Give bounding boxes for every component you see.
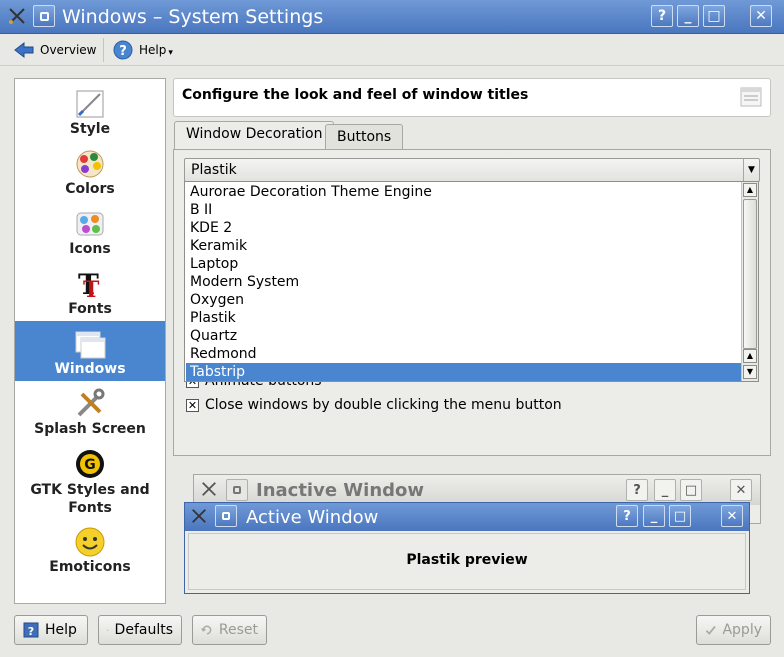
dropdown-arrow-icon: ▾ bbox=[168, 48, 173, 58]
window-menu-icon bbox=[226, 479, 248, 501]
emoticons-icon bbox=[75, 527, 105, 557]
help-button[interactable]: ? Help bbox=[14, 615, 88, 645]
sidebar-item-gtk-styles-and-fonts[interactable]: G GTK Styles and Fonts bbox=[15, 441, 165, 521]
close-icon: ✕ bbox=[721, 505, 743, 527]
title-bar[interactable]: Windows – System Settings ? _ □ ✕ bbox=[0, 0, 784, 34]
window-menu-icon bbox=[215, 505, 237, 527]
close-button[interactable]: ✕ bbox=[750, 5, 772, 27]
list-item[interactable]: Aurorae Decoration Theme Engine bbox=[186, 183, 742, 201]
svg-text:T: T bbox=[83, 277, 100, 300]
chevron-down-icon[interactable]: ▼ bbox=[743, 159, 759, 181]
tab-buttons[interactable]: Buttons bbox=[325, 124, 404, 149]
list-item[interactable]: KDE 2 bbox=[186, 219, 742, 237]
svg-text:?: ? bbox=[28, 625, 34, 638]
list-item[interactable]: Oxygen bbox=[186, 291, 742, 309]
preview-body: Plastik preview bbox=[188, 533, 746, 590]
toolbar-separator bbox=[103, 38, 104, 62]
decoration-dropdown-list[interactable]: Aurorae Decoration Theme Engine B II KDE… bbox=[184, 181, 759, 382]
active-window-preview: Active Window ? _ □ ✕ Plastik preview bbox=[184, 502, 750, 594]
help-icon: ? bbox=[113, 40, 133, 60]
help-icon: ? bbox=[616, 505, 638, 527]
scroll-up-icon[interactable]: ▲ bbox=[743, 349, 757, 363]
list-item[interactable]: Plastik bbox=[186, 309, 742, 327]
apply-button[interactable]: Apply bbox=[696, 615, 771, 645]
sidebar-item-emoticons[interactable]: Emoticons bbox=[15, 519, 165, 579]
list-item[interactable]: B II bbox=[186, 201, 742, 219]
window-menu-icon bbox=[39, 11, 49, 21]
window-preview-icon bbox=[740, 87, 762, 107]
svg-text:G: G bbox=[84, 457, 96, 473]
maximize-icon: □ bbox=[680, 479, 702, 501]
close-double-click-checkbox[interactable]: ✕ Close windows by double clicking the m… bbox=[186, 395, 562, 415]
inactive-window-title: Inactive Window bbox=[256, 480, 425, 501]
reset-icon bbox=[201, 625, 212, 635]
app-icon[interactable] bbox=[6, 5, 28, 27]
list-item[interactable]: Modern System bbox=[186, 273, 742, 291]
splash-screen-icon bbox=[77, 388, 105, 417]
window-menu-button[interactable] bbox=[33, 5, 55, 27]
checkmark-icon bbox=[705, 625, 716, 635]
tab-window-decoration[interactable]: Window Decoration bbox=[174, 121, 335, 150]
style-icon bbox=[76, 90, 104, 118]
colors-icon bbox=[76, 150, 104, 178]
sidebar-item-style[interactable]: Style bbox=[15, 81, 165, 141]
category-sidebar: Style Colors Icons TT Fonts Windows Spla… bbox=[14, 78, 166, 604]
windows-icon bbox=[75, 331, 106, 359]
sidebar-item-colors[interactable]: Colors bbox=[15, 141, 165, 201]
active-title-bar: Active Window ? _ □ ✕ bbox=[185, 503, 749, 531]
app-icon bbox=[192, 509, 206, 523]
svg-text:?: ? bbox=[119, 44, 127, 59]
scroll-down-icon[interactable]: ▼ bbox=[743, 365, 757, 379]
list-item[interactable]: Laptop bbox=[186, 255, 742, 273]
scroll-thumb[interactable] bbox=[743, 199, 757, 349]
help-icon: ? bbox=[626, 479, 648, 501]
sidebar-item-windows[interactable]: Windows bbox=[15, 321, 165, 381]
sidebar-item-splash-screen[interactable]: Splash Screen bbox=[15, 381, 165, 441]
defaults-button[interactable]: Defaults bbox=[98, 615, 182, 645]
icons-icon bbox=[76, 212, 104, 236]
defaults-icon bbox=[107, 629, 109, 631]
context-help-button[interactable]: ? bbox=[651, 5, 673, 27]
list-item-highlighted[interactable]: Tabstrip bbox=[186, 363, 742, 381]
minimize-icon: _ bbox=[654, 479, 676, 501]
help-menu-button[interactable]: ? Help ▾ bbox=[113, 38, 173, 62]
gtk-icon: G bbox=[76, 450, 104, 478]
minimize-icon: _ bbox=[643, 505, 665, 527]
minimize-button[interactable]: _ bbox=[677, 5, 699, 27]
list-item[interactable]: Keramik bbox=[186, 237, 742, 255]
close-icon: ✕ bbox=[730, 479, 752, 501]
list-item[interactable]: Quartz bbox=[186, 327, 742, 345]
preview-label: Plastik preview bbox=[406, 552, 528, 568]
sidebar-item-icons[interactable]: Icons bbox=[15, 201, 165, 261]
inactive-title-bar: Inactive Window ? _ □ ✕ bbox=[194, 475, 760, 505]
reset-button[interactable]: Reset bbox=[192, 615, 267, 645]
page-header: Configure the look and feel of window ti… bbox=[173, 78, 771, 117]
toolbar: Overview ? Help ▾ bbox=[0, 34, 784, 66]
dropdown-scrollbar[interactable]: ▲ ▲ ▼ bbox=[741, 182, 758, 381]
help-book-icon: ? bbox=[23, 622, 39, 638]
maximize-button[interactable]: □ bbox=[703, 5, 725, 27]
back-arrow-icon bbox=[14, 41, 34, 59]
checkbox-checked-icon[interactable]: ✕ bbox=[186, 398, 199, 412]
active-window-title: Active Window bbox=[246, 507, 379, 528]
window-title: Windows – System Settings bbox=[62, 6, 324, 28]
decoration-select[interactable]: Plastik ▼ bbox=[184, 158, 760, 182]
list-item[interactable]: Redmond bbox=[186, 345, 742, 363]
overview-button[interactable]: Overview bbox=[14, 38, 97, 62]
fonts-icon: TT bbox=[78, 268, 100, 300]
page-title: Configure the look and feel of window ti… bbox=[182, 87, 529, 103]
scroll-up-icon[interactable]: ▲ bbox=[743, 183, 757, 197]
app-icon bbox=[202, 482, 216, 496]
maximize-icon: □ bbox=[669, 505, 691, 527]
sidebar-item-fonts[interactable]: TT Fonts bbox=[15, 261, 165, 321]
